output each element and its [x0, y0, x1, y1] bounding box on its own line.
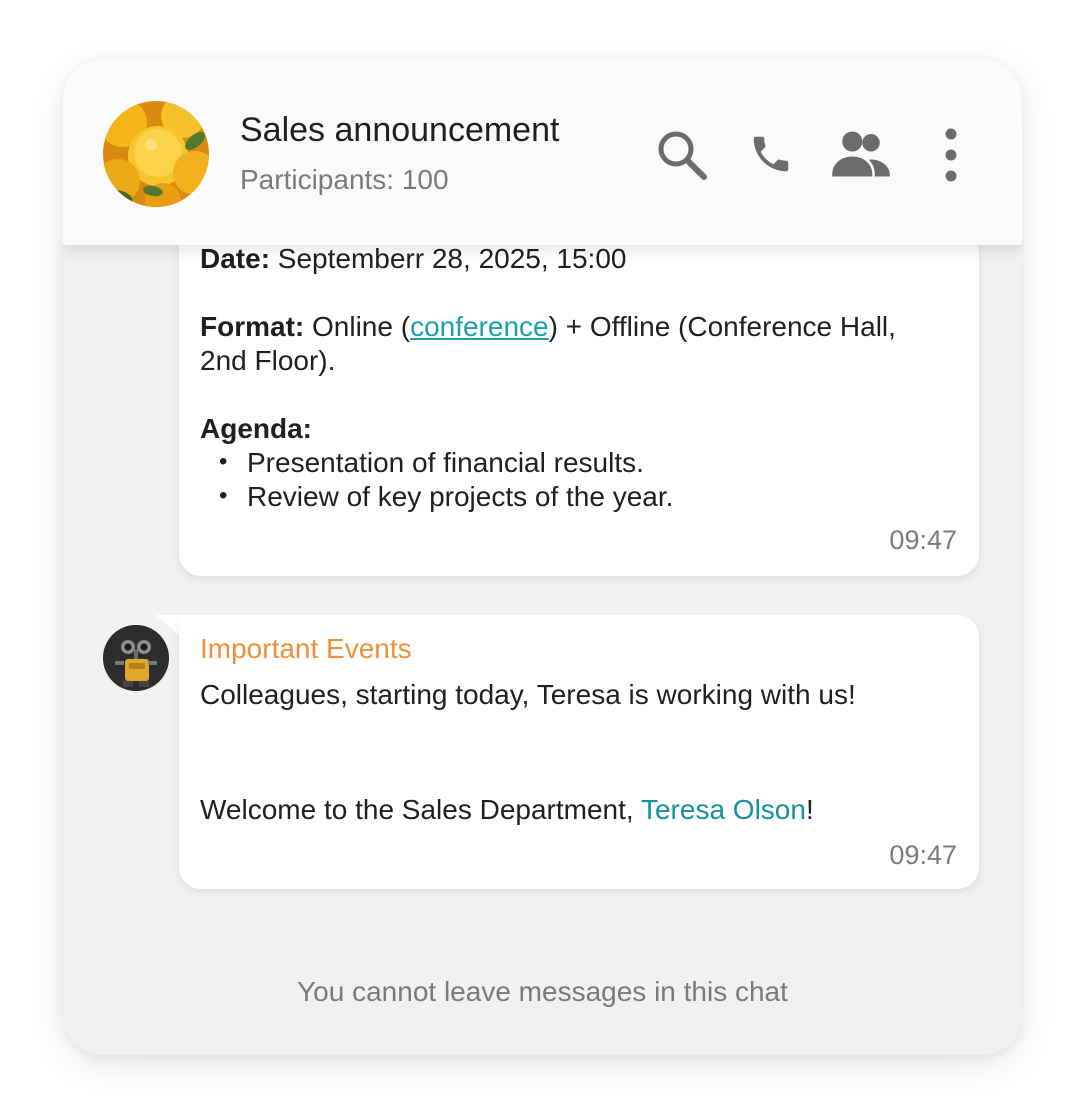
agenda-label: Agenda: [200, 413, 312, 444]
chat-avatar[interactable] [103, 101, 209, 207]
chat-header: Sales announcement Participants: 100 [63, 59, 1022, 245]
message-format-line2: 2nd Floor). [200, 345, 336, 376]
message-time: 09:47 [889, 840, 957, 870]
message-date-line: Date: Septemberr 28, 2025, 15:00 [200, 242, 626, 276]
message-time: 09:47 [889, 525, 957, 555]
bullet-icon: • [219, 482, 228, 509]
format-text-tail: ) + Offline (Conference Hall, [548, 311, 896, 342]
sender-avatar[interactable] [103, 625, 169, 691]
date-value: Septemberr 28, 2025, 15:00 [270, 243, 627, 274]
date-label: Date: [200, 243, 271, 274]
participants-icon[interactable] [831, 129, 891, 179]
message-text: Colleagues, starting today, Teresa is wo… [200, 679, 856, 710]
message-text: Welcome to the Sales Department, Teresa … [200, 793, 814, 827]
agenda-item: Presentation of financial results. [247, 447, 644, 478]
agenda-heading: Agenda: [200, 412, 312, 446]
message-text-part: ! [805, 794, 814, 825]
sender-name[interactable]: Important Events [200, 633, 412, 665]
message-text-part: Welcome to the Sales Department, [200, 794, 641, 825]
phone-icon[interactable] [748, 131, 794, 177]
chat-title: Sales announcement [240, 111, 560, 149]
search-icon[interactable] [654, 127, 710, 183]
bullet-icon: • [219, 448, 228, 475]
user-mention-link[interactable]: Teresa Olson [641, 794, 806, 825]
format-text: Online ( [304, 311, 411, 342]
participants-count[interactable]: Participants: 100 [240, 164, 449, 196]
agenda-item: Review of key projects of the year. [247, 481, 674, 512]
chat-window: Date: Septemberr 28, 2025, 15:00 Format:… [63, 59, 1022, 1055]
message-format-line: Format: Online (conference) + Offline (C… [200, 310, 896, 344]
read-only-notice: You cannot leave messages in this chat [297, 976, 788, 1007]
format-label: Format: [200, 311, 305, 342]
conference-link[interactable]: conference [410, 311, 549, 342]
more-vert-icon[interactable] [938, 127, 964, 183]
